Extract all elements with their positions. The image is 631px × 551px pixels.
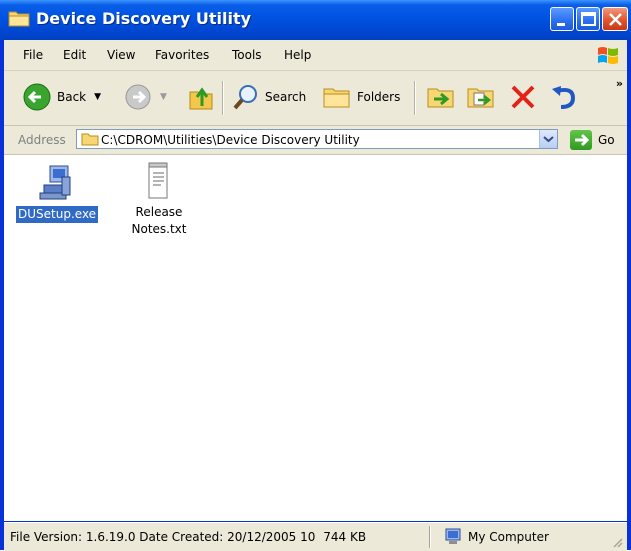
menu-tools[interactable]: Tools [232,48,262,62]
menu-edit[interactable]: Edit [63,48,86,62]
address-value: C:\CDROM\Utilities\Device Discovery Util… [101,133,360,147]
back-label: Back [57,90,87,104]
search-icon [233,85,257,110]
forward-button[interactable]: ▼ [124,83,167,111]
address-bar: Address C:\CDROM\Utilities\Device Discov… [4,126,627,155]
maximize-button[interactable] [576,7,600,31]
file-name-line-1: Release [135,205,183,219]
search-label: Search [265,90,307,104]
menu-favorites[interactable]: Favorites [155,48,209,62]
folders-icon [323,88,350,108]
undo-icon [552,86,576,109]
forward-dropdown-icon[interactable]: ▼ [160,92,167,102]
status-zone: My Computer [444,528,549,546]
chevron-down-icon [543,136,554,143]
toolbar: Back ▼ ▼ Search Folders » [4,71,627,126]
minimize-button[interactable] [550,7,574,31]
folders-label: Folders [357,90,401,104]
status-bar: File Version: 1.6.19.0 Date Created: 20/… [4,522,627,551]
copy-to-folder-icon [467,88,494,108]
go-arrow-icon [575,133,590,147]
toolbar-overflow-icon[interactable]: » [616,77,623,90]
folder-icon [8,11,30,27]
resize-grip-icon[interactable] [611,536,623,548]
folder-icon [81,133,99,146]
undo-button[interactable] [549,83,579,111]
up-folder-icon [189,87,213,110]
file-item-dusetup[interactable]: DUSetup.exe [16,163,99,223]
minimize-icon [557,23,565,26]
delete-x-icon [511,85,535,109]
back-button[interactable]: Back ▼ [22,82,101,112]
my-computer-icon [445,528,461,544]
window-title: Device Discovery Utility [36,9,252,28]
explorer-window: Device Discovery Utility File Edit View … [0,0,631,551]
folders-button[interactable]: Folders [322,83,400,111]
menu-help[interactable]: Help [284,48,311,62]
search-button[interactable]: Search [232,83,306,111]
address-dropdown-button[interactable] [539,130,557,148]
go-label[interactable]: Go [598,133,615,147]
status-info-text: File Version: 1.6.19.0 Date Created: 20/… [10,530,316,544]
menu-view[interactable]: View [107,48,135,62]
maximize-icon [581,12,596,26]
move-to-button[interactable] [426,83,456,111]
text-file-icon [148,162,168,199]
file-list-area[interactable]: DUSetup.exe Release Notes.txt [4,155,627,521]
delete-button[interactable] [509,83,537,111]
status-size: 744 KB [323,530,367,544]
move-to-folder-icon [427,88,454,108]
close-button[interactable] [602,7,628,31]
copy-to-button[interactable] [466,83,496,111]
file-name-line-2: Notes.txt [131,222,187,236]
installer-icon [39,165,71,200]
menu-file[interactable]: File [23,48,43,62]
menu-bar: File Edit View Favorites Tools Help [4,40,627,71]
status-file-info: File Version: 1.6.19.0 Date Created: 20/… [10,530,366,544]
file-name: DUSetup.exe [16,206,99,223]
address-input[interactable]: C:\CDROM\Utilities\Device Discovery Util… [76,129,558,149]
back-arrow-icon [23,83,51,111]
file-item-release-notes[interactable]: Release Notes.txt [119,161,199,238]
close-icon [609,13,622,26]
status-zone-label: My Computer [468,530,549,544]
title-bar[interactable]: Device Discovery Utility [0,0,631,40]
back-dropdown-icon[interactable]: ▼ [94,92,101,102]
address-label: Address [18,133,66,147]
windows-logo-icon [598,47,618,64]
forward-arrow-icon [125,84,151,110]
up-folder-button[interactable] [186,82,216,112]
go-button[interactable] [570,130,592,150]
